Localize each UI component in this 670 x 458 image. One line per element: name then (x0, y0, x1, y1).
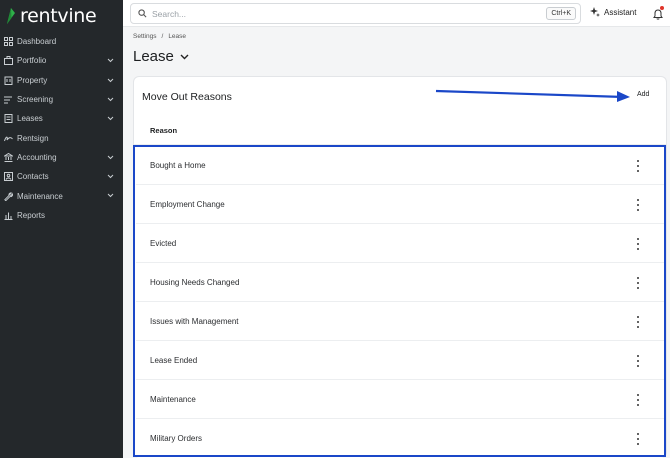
more-options-icon[interactable] (634, 238, 642, 250)
chevron-down-icon[interactable] (107, 191, 114, 200)
table-row[interactable]: Maintenance (136, 380, 665, 419)
reason-label: Evicted (150, 238, 177, 248)
move-out-reasons-card: Move Out Reasons Add Reason Bought a Hom… (133, 76, 667, 458)
add-button[interactable]: Add (637, 91, 649, 98)
leaf-logo-icon (7, 8, 15, 24)
sparkle-icon (590, 7, 600, 17)
top-bar: Ctrl+K Assistant (123, 0, 670, 27)
document-icon (4, 114, 13, 124)
table-row[interactable]: Lease Ended (136, 341, 665, 380)
divider (134, 144, 666, 145)
chevron-down-icon[interactable] (107, 172, 114, 181)
sidebar-item-label: Screening (17, 95, 54, 105)
more-options-icon[interactable] (634, 316, 642, 328)
chart-icon (4, 211, 13, 220)
reason-label: Employment Change (150, 199, 225, 209)
bell-icon (653, 9, 663, 20)
table-row[interactable]: Employment Change (136, 185, 665, 224)
rentvine-logo[interactable]: rentvine (5, 5, 97, 27)
sidebar-item-property[interactable]: Property (0, 71, 123, 90)
chevron-down-icon[interactable] (107, 114, 114, 123)
sidebar-item-dashboard[interactable]: Dashboard (0, 32, 123, 51)
sidebar-nav: Dashboard Portfolio Property Screening Lease… (0, 32, 123, 225)
table-row[interactable]: Military Orders (136, 419, 665, 458)
sidebar-item-label: Rentsign (17, 133, 49, 143)
sidebar-item-portfolio[interactable]: Portfolio (0, 51, 123, 70)
sidebar-item-label: Accounting (17, 152, 57, 162)
sidebar-item-label: Reports (17, 210, 46, 220)
sidebar-item-screening[interactable]: Screening (0, 90, 123, 109)
sidebar: rentvine Dashboard Portfolio Property Scree… (0, 0, 123, 458)
more-options-icon[interactable] (634, 277, 642, 289)
table-row[interactable]: Bought a Home (136, 146, 665, 185)
breadcrumb-separator: / (161, 33, 164, 40)
assistant-button[interactable]: Assistant (590, 7, 636, 17)
notification-dot (660, 6, 664, 10)
sidebar-item-label: Maintenance (17, 191, 63, 201)
search-shortcut-badge: Ctrl+K (546, 7, 576, 20)
sidebar-item-label: Portfolio (17, 56, 47, 66)
breadcrumb-settings[interactable]: Settings (133, 33, 157, 40)
building-icon (4, 76, 13, 85)
sidebar-item-accounting[interactable]: Accounting (0, 148, 123, 167)
bank-icon (4, 152, 13, 162)
more-options-icon[interactable] (634, 355, 642, 367)
card-title: Move Out Reasons (142, 91, 232, 103)
chevron-down-icon[interactable] (107, 153, 114, 162)
sidebar-item-label: Dashboard (17, 37, 57, 47)
sidebar-item-contacts[interactable]: Contacts (0, 167, 123, 186)
reason-label: Maintenance (150, 394, 196, 404)
more-options-icon[interactable] (634, 394, 642, 406)
sidebar-item-label: Leases (17, 114, 43, 124)
sidebar-item-maintenance[interactable]: Maintenance (0, 186, 123, 205)
search-input[interactable] (152, 8, 502, 19)
dashboard-icon (4, 37, 13, 47)
reason-label: Housing Needs Changed (150, 277, 240, 287)
column-header-reason: Reason (150, 126, 178, 135)
search-box[interactable]: Ctrl+K (130, 3, 581, 24)
chevron-down-icon[interactable] (107, 95, 114, 104)
search-icon (138, 9, 147, 18)
reason-label: Bought a Home (150, 160, 206, 170)
page-title-text: Lease (133, 48, 174, 65)
contacts-icon (4, 172, 13, 182)
wrench-icon (4, 191, 13, 201)
reason-label: Military Orders (150, 434, 203, 443)
chevron-down-icon (180, 54, 189, 59)
table-row[interactable]: Evicted (136, 224, 665, 263)
table-row[interactable]: Issues with Management (136, 302, 665, 341)
sidebar-item-reports[interactable]: Reports (0, 206, 123, 225)
briefcase-icon (4, 56, 13, 66)
reason-label: Lease Ended (150, 355, 198, 365)
more-options-icon[interactable] (634, 199, 642, 211)
sidebar-item-leases[interactable]: Leases (0, 109, 123, 128)
more-options-icon[interactable] (634, 160, 642, 172)
sidebar-item-label: Contacts (17, 172, 49, 182)
brand-name: rentvine (20, 5, 97, 27)
assistant-label: Assistant (604, 7, 637, 17)
chevron-down-icon[interactable] (107, 56, 114, 65)
reason-label: Issues with Management (150, 316, 239, 326)
notifications-button[interactable] (653, 6, 664, 25)
breadcrumb-lease[interactable]: Lease (168, 33, 186, 40)
signature-icon (4, 134, 13, 143)
sidebar-item-label: Property (17, 75, 48, 85)
table-row[interactable]: Housing Needs Changed (136, 263, 665, 302)
chevron-down-icon[interactable] (107, 76, 114, 85)
breadcrumb: Settings / Lease (133, 33, 186, 40)
screening-icon (4, 95, 13, 104)
page-title[interactable]: Lease (133, 48, 189, 65)
reasons-list: Bought a Home Employment Change Evicted Hou… (136, 146, 665, 458)
more-options-icon[interactable] (634, 433, 642, 445)
sidebar-item-rentsign[interactable]: Rentsign (0, 128, 123, 147)
